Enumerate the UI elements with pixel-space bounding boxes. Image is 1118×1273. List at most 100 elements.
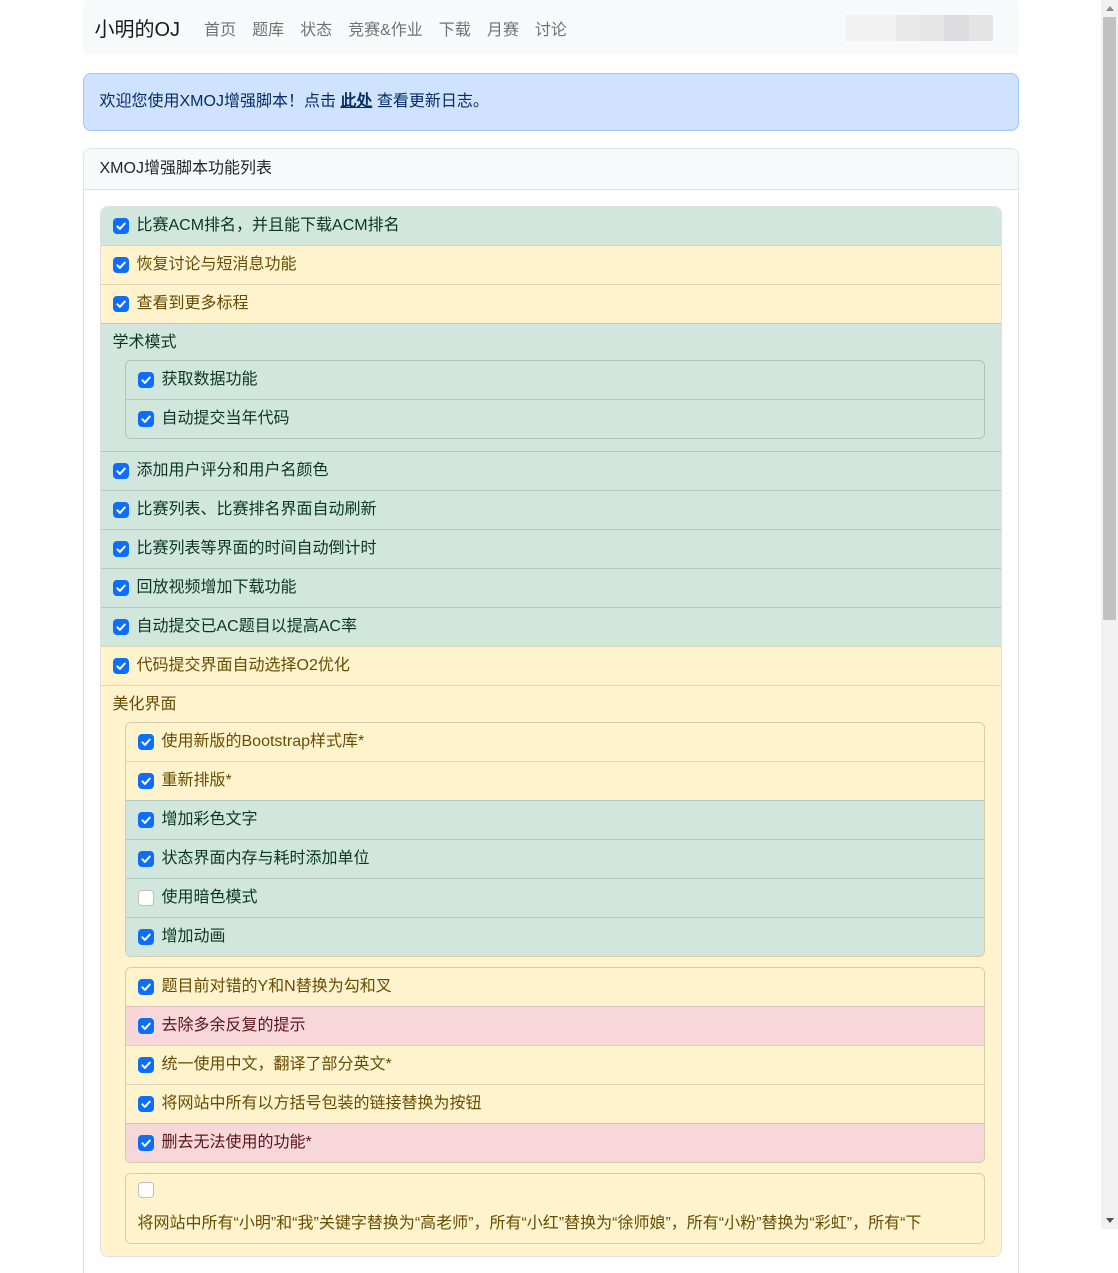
welcome-alert: 欢迎您使用XMOJ增强脚本！点击 此处 查看更新日志。: [83, 73, 1019, 131]
scrollbar-thumb[interactable]: [1103, 17, 1116, 620]
check-icon: [140, 1020, 152, 1032]
check-icon: [140, 814, 152, 826]
feature-section: 美化界面使用新版的Bootstrap样式库*重新排版*增加彩色文字状态界面内存与…: [101, 685, 1001, 1256]
nested-feature-list: 使用新版的Bootstrap样式库*重新排版*增加彩色文字状态界面内存与耗时添加…: [125, 722, 985, 957]
feature-label: 使用暗色模式: [162, 887, 258, 909]
brand-link[interactable]: 小明的OJ: [95, 13, 181, 42]
alert-text-after: 查看更新日志。: [372, 93, 488, 110]
feature-item: 增加动画: [126, 917, 984, 956]
feature-item: 自动提交当年代码: [126, 399, 984, 438]
check-icon: [115, 621, 127, 633]
feature-checkbox[interactable]: [113, 296, 129, 312]
redacted-pixel: [969, 15, 993, 41]
check-icon: [140, 1098, 152, 1110]
feature-label: 比赛ACM排名，并且能下载ACM排名: [137, 215, 400, 237]
feature-checkbox[interactable]: [138, 1182, 154, 1198]
feature-label: 回放视频增加下载功能: [137, 577, 297, 599]
check-icon: [140, 1137, 152, 1149]
feature-label: 添加用户评分和用户名颜色: [137, 460, 329, 482]
check-icon: [140, 931, 152, 943]
feature-label: 恢复讨论与短消息功能: [137, 254, 297, 276]
feature-label: 删去无法使用的功能*: [162, 1132, 312, 1154]
check-icon: [115, 465, 127, 477]
feature-checkbox[interactable]: [113, 619, 129, 635]
feature-checkbox[interactable]: [138, 890, 154, 906]
check-icon: [115, 660, 127, 672]
feature-checkbox[interactable]: [113, 463, 129, 479]
feature-item: 比赛列表等界面的时间自动倒计时: [101, 529, 1001, 568]
feature-item: 统一使用中文，翻译了部分英文*: [126, 1045, 984, 1084]
feature-item: 回放视频增加下载功能: [101, 568, 1001, 607]
feature-label: 增加动画: [162, 926, 226, 948]
feature-item: 使用新版的Bootstrap样式库*: [126, 723, 984, 761]
feature-list: 比赛ACM排名，并且能下载ACM排名恢复讨论与短消息功能查看到更多标程学术模式获…: [100, 206, 1002, 1257]
feature-checkbox[interactable]: [138, 812, 154, 828]
feature-item: 添加用户评分和用户名颜色: [101, 451, 1001, 490]
feature-item: 使用暗色模式: [126, 878, 984, 917]
nav-link-6[interactable]: 讨论: [527, 8, 575, 48]
check-icon: [140, 374, 152, 386]
redacted-user-block: [846, 15, 993, 41]
check-icon: [115, 220, 127, 232]
feature-checkbox[interactable]: [138, 979, 154, 995]
feature-checkbox[interactable]: [138, 929, 154, 945]
feature-checkbox[interactable]: [138, 773, 154, 789]
feature-checkbox[interactable]: [113, 257, 129, 273]
nav-link-4[interactable]: 下载: [431, 8, 479, 48]
feature-checkbox[interactable]: [113, 541, 129, 557]
feature-label: 增加彩色文字: [162, 809, 258, 831]
feature-card: XMOJ增强脚本功能列表 比赛ACM排名，并且能下载ACM排名恢复讨论与短消息功…: [83, 148, 1019, 1273]
redacted-pixel: [944, 15, 969, 41]
feature-item: 题目前对错的Y和N替换为勾和叉: [126, 968, 984, 1006]
check-icon: [140, 413, 152, 425]
feature-item: 将网站中所有“小明”和“我”关键字替换为“高老师”，所有“小红”替换为“徐师娘”…: [126, 1174, 984, 1243]
nav-link-5[interactable]: 月赛: [479, 8, 527, 48]
feature-checkbox[interactable]: [138, 851, 154, 867]
feature-label: 将网站中所有以方括号包装的链接替换为按钮: [162, 1093, 482, 1115]
feature-item: 将网站中所有以方括号包装的链接替换为按钮: [126, 1084, 984, 1123]
nav-link-1[interactable]: 题库: [244, 8, 292, 48]
feature-checkbox[interactable]: [138, 1018, 154, 1034]
feature-checkbox[interactable]: [113, 218, 129, 234]
section-label: 学术模式: [113, 332, 989, 354]
feature-item: 去除多余反复的提示: [126, 1006, 984, 1045]
check-icon: [115, 582, 127, 594]
alert-text-before: 欢迎您使用XMOJ增强脚本！点击: [100, 93, 341, 110]
check-icon: [140, 736, 152, 748]
feature-item: 恢复讨论与短消息功能: [101, 245, 1001, 284]
card-body: 比赛ACM排名，并且能下载ACM排名恢复讨论与短消息功能查看到更多标程学术模式获…: [84, 190, 1018, 1273]
feature-label: 去除多余反复的提示: [162, 1015, 306, 1037]
navbar: 小明的OJ 首页题库状态竞赛&作业下载月赛讨论: [83, 0, 1019, 55]
section-label: 美化界面: [113, 694, 989, 716]
feature-label: 自动提交当年代码: [162, 408, 290, 430]
scroll-up-button[interactable]: [1101, 0, 1118, 17]
check-icon: [115, 298, 127, 310]
nested-feature-list: 题目前对错的Y和N替换为勾和叉去除多余反复的提示统一使用中文，翻译了部分英文* 将…: [125, 967, 985, 1163]
feature-checkbox[interactable]: [138, 1096, 154, 1112]
feature-label: 查看到更多标程: [137, 293, 249, 315]
feature-checkbox[interactable]: [138, 1057, 154, 1073]
nav-links: 首页题库状态竞赛&作业下载月赛讨论: [196, 8, 575, 48]
feature-checkbox[interactable]: [113, 580, 129, 596]
feature-label: 重新排版*: [162, 770, 232, 792]
feature-checkbox[interactable]: [113, 502, 129, 518]
scrollbar[interactable]: [1101, 0, 1118, 1229]
changelog-link[interactable]: 此处: [340, 93, 372, 110]
feature-item: 获取数据功能: [126, 361, 984, 399]
feature-checkbox[interactable]: [113, 658, 129, 674]
nav-link-2[interactable]: 状态: [292, 8, 340, 48]
nav-link-3[interactable]: 竞赛&作业: [340, 8, 431, 48]
feature-checkbox[interactable]: [138, 1135, 154, 1151]
feature-checkbox[interactable]: [138, 734, 154, 750]
check-icon: [115, 504, 127, 516]
feature-label: 代码提交界面自动选择O2优化: [137, 655, 350, 677]
nested-feature-list: 将网站中所有“小明”和“我”关键字替换为“高老师”，所有“小红”替换为“徐师娘”…: [125, 1173, 985, 1244]
feature-checkbox[interactable]: [138, 411, 154, 427]
up-triangle-icon: [1106, 6, 1114, 11]
nav-link-0[interactable]: 首页: [196, 8, 244, 48]
feature-item: 比赛列表、比赛排名界面自动刷新: [101, 490, 1001, 529]
scroll-down-button[interactable]: [1101, 1212, 1118, 1229]
feature-label: 获取数据功能: [162, 369, 258, 391]
feature-checkbox[interactable]: [138, 372, 154, 388]
feature-item: 查看到更多标程: [101, 284, 1001, 323]
